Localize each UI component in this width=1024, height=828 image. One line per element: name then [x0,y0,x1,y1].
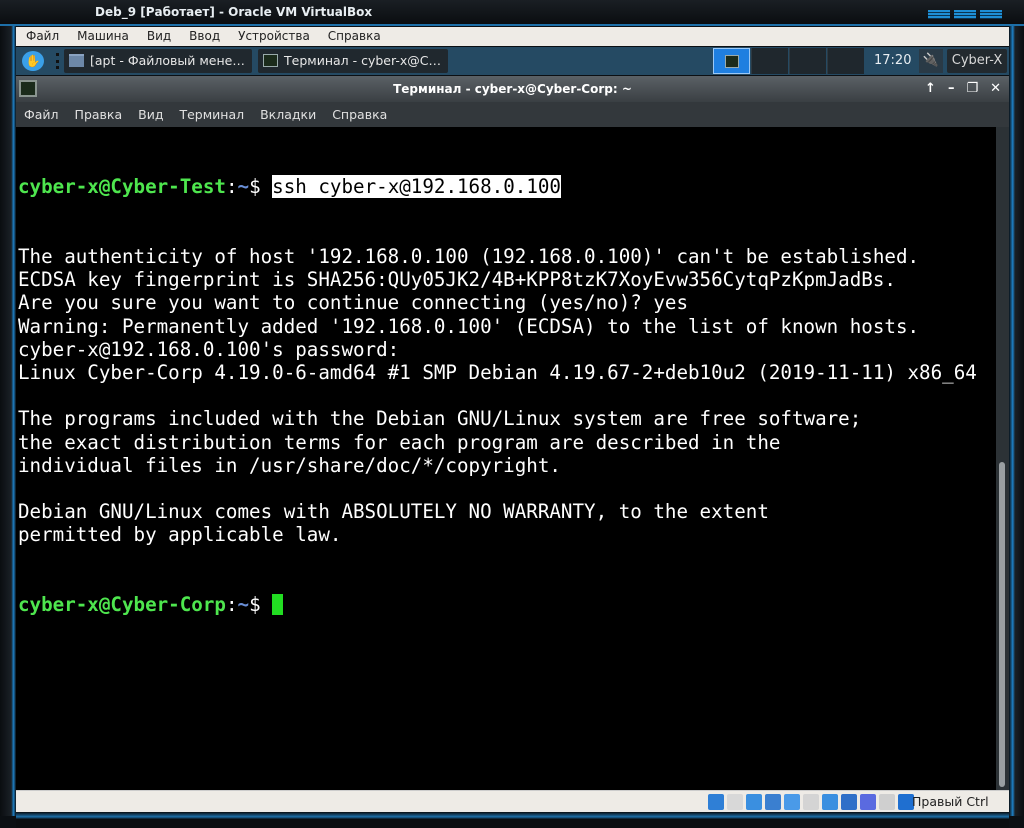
virtualization-icon[interactable] [860,794,876,810]
close-button[interactable]: ✕ [990,76,1001,102]
output-line: Are you sure you want to continue connec… [18,291,689,315]
prompt-user-host: cyber-x@Cyber-Corp [18,592,226,616]
workspace-2[interactable] [751,48,788,74]
vbox-status-bar: Правый Ctrl [16,790,1009,812]
output-line: Warning: Permanently added '192.168.0.10… [18,314,920,338]
menu-tabs[interactable]: Вкладки [252,102,324,127]
window-frame-left [0,26,16,816]
task-label: Терминал - cyber-x@C… [284,53,441,68]
vbox-menu-bar: Файл Машина Вид Ввод Устройства Справка [16,27,1009,46]
prompt-user-host: cyber-x@Cyber-Test [18,175,226,199]
terminal-icon [725,55,739,68]
menu-machine[interactable]: Машина [67,27,137,46]
output-line: the exact distribution terms for each pr… [18,430,781,454]
minimize-button[interactable]: – [948,76,955,102]
terminal-icon [263,54,278,67]
separator [56,53,59,69]
terminal-menu-bar: Файл Правка Вид Терминал Вкладки Справка [16,102,1009,127]
user-menu-button[interactable]: Cyber-X [947,49,1007,73]
scrollbar-thumb[interactable] [999,462,1005,787]
menu-file[interactable]: Файл [16,27,67,46]
network-tray-icon[interactable]: 🔌 [919,49,943,73]
command-text: ssh cyber-x@192.168.0.100 [272,175,561,199]
cursor [272,593,284,615]
shared-folder-icon[interactable] [803,794,819,810]
menu-input[interactable]: Ввод [179,27,228,46]
prompt-colon: : [225,592,238,616]
close-button[interactable] [980,10,1002,19]
prompt-symbol: $ [249,592,273,616]
output-line: cyber-x@192.168.0.100's password: [18,337,400,361]
task-terminal[interactable]: Терминал - cyber-x@C… [258,49,448,73]
prompt-symbol: $ [249,175,273,199]
network-icon[interactable] [765,794,781,810]
menu-view[interactable]: Вид [137,27,179,46]
hard-disk-icon[interactable] [708,794,724,810]
menu-file[interactable]: Файл [16,102,67,127]
video-capture-icon[interactable] [841,794,857,810]
workspace-3[interactable] [789,48,826,74]
audio-icon[interactable] [746,794,762,810]
menu-view[interactable]: Вид [130,102,171,127]
output-lines: The authenticity of host '192.168.0.100 … [18,245,996,546]
output-line: The authenticity of host '192.168.0.100 … [18,245,920,268]
display-icon[interactable] [822,794,838,810]
menu-help[interactable]: Справка [318,27,389,46]
maximize-button[interactable]: ❐ [966,76,978,102]
output-line: permitted by applicable law. [18,523,342,547]
guest-taskbar: ✋ [apt - Файловый мене… Терминал - cyber… [16,47,1009,75]
usb-icon[interactable] [784,794,800,810]
maximize-button[interactable] [954,10,976,19]
output-line: ECDSA key fingerprint is SHA256:QUy05JK2… [18,268,896,292]
prompt-path: ~ [237,592,250,616]
workspace-4[interactable] [827,48,864,74]
menu-edit[interactable]: Правка [67,102,131,127]
menu-help[interactable]: Справка [324,102,395,127]
menu-devices[interactable]: Устройства [228,27,318,46]
output-line: Debian GNU/Linux comes with ABSOLUTELY N… [18,500,769,524]
minimize-button[interactable] [928,10,950,19]
prompt-path: ~ [237,175,250,199]
window-title: Deb_9 [Работает] - Oracle VM VirtualBox [95,5,373,19]
prompt-colon: : [225,175,238,199]
task-file-manager[interactable]: [apt - Файловый мене… [64,49,252,73]
menu-terminal[interactable]: Терминал [171,102,252,127]
terminal-title: Терминал - cyber-x@Cyber-Corp: ~ [393,82,632,96]
terminal-output[interactable]: cyber-x@Cyber-Test:~$ ssh cyber-x@192.16… [16,127,996,790]
optical-disk-icon[interactable] [727,794,743,810]
mouse-integration-icon[interactable] [879,794,895,810]
keep-above-button[interactable]: ↑ [925,76,936,102]
vbox-title-bar: Deb_9 [Работает] - Oracle VM VirtualBox [0,0,1024,26]
terminal-title-bar: Терминал - cyber-x@Cyber-Corp: ~ ↑ – ❐ ✕ [16,76,1009,102]
output-line: individual files in /usr/share/doc/*/cop… [18,453,561,477]
host-key-label: Правый Ctrl [912,794,989,809]
workspace-1[interactable] [713,48,750,74]
app-menu-logo-icon[interactable]: ✋ [22,51,44,71]
task-label: [apt - Файловый мене… [90,53,245,68]
clock: 17:20 [874,53,912,68]
folder-icon [69,54,84,67]
output-line: Linux Cyber-Corp 4.19.0-6-amd64 #1 SMP D… [18,360,977,384]
prompt-line: cyber-x@Cyber-Test:~$ ssh cyber-x@192.16… [18,175,996,199]
output-line: The programs included with the Debian GN… [18,407,862,431]
prompt-line: cyber-x@Cyber-Corp:~$ [18,593,996,616]
vertical-scrollbar[interactable] [996,127,1009,790]
window-frame-right [1009,26,1024,816]
terminal-icon [19,80,37,97]
window-frame-bottom [16,812,1009,828]
